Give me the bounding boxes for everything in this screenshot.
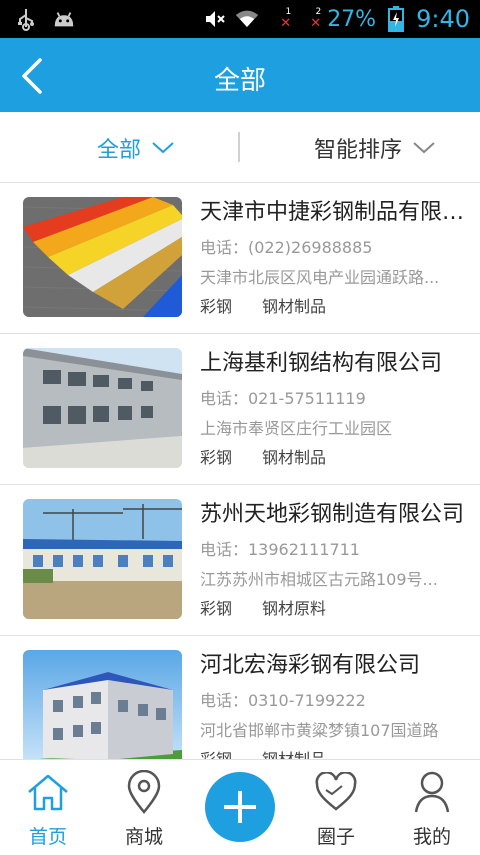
tag: 彩钢 — [200, 599, 233, 618]
battery-charging-icon — [384, 6, 408, 32]
filter-divider — [238, 132, 240, 162]
tag: 彩钢 — [200, 297, 233, 316]
no-signal-x-icon: ✕ — [280, 16, 292, 31]
wifi-icon — [235, 7, 259, 31]
list-item[interactable]: 天津市中捷彩钢制品有限公司 电话：(022)26988885 天津市北辰区风电产… — [0, 183, 480, 334]
company-address: 上海市奉贤区庄行工业园区 — [200, 419, 393, 438]
chevron-down-icon — [413, 142, 435, 154]
home-icon — [28, 774, 68, 811]
nav-circle[interactable]: 圈子 — [288, 770, 384, 849]
tag: 彩钢 — [200, 448, 233, 467]
mute-icon — [203, 7, 227, 31]
nav-home-label: 首页 — [28, 826, 67, 848]
nav-circle-label: 圈子 — [316, 826, 355, 848]
company-list: 天津市中捷彩钢制品有限公司 电话：(022)26988885 天津市北辰区风电产… — [0, 183, 480, 759]
category-filter-dropdown[interactable]: 全部 — [97, 132, 175, 164]
nav-mine[interactable]: 我的 — [384, 770, 480, 849]
page-title: 全部 — [213, 66, 266, 96]
battery-percent: 27% — [327, 6, 377, 32]
tag: 钢材原料 — [262, 599, 327, 618]
sort-filter-label: 智能排序 — [314, 138, 403, 163]
user-icon — [414, 771, 450, 813]
company-name: 苏州天地彩钢制造有限公司 — [200, 502, 465, 527]
nav-mall-label: 商城 — [124, 826, 163, 848]
company-tags: 彩钢 钢材制品 — [200, 748, 466, 759]
heart-icon — [315, 772, 357, 811]
app-header: 全部 — [0, 38, 480, 112]
usb-icon — [14, 7, 38, 31]
signal-icon: 1 ✕ — [267, 7, 292, 31]
company-tags: 彩钢 钢材制品 — [200, 446, 466, 470]
company-phone: 电话：021-57511119 — [200, 389, 366, 408]
nav-home[interactable]: 首页 — [0, 770, 96, 849]
company-name: 上海基利钢结构有限公司 — [200, 351, 443, 376]
company-address: 江苏苏州市相城区古元路109号... — [200, 570, 438, 589]
add-button[interactable] — [205, 772, 275, 842]
android-icon — [52, 7, 76, 31]
tag: 钢材制品 — [262, 297, 327, 316]
category-filter-label: 全部 — [97, 138, 142, 163]
list-item[interactable]: 上海基利钢结构有限公司 电话：021-57511119 上海市奉贤区庄行工业园区… — [0, 334, 480, 485]
list-item[interactable]: 河北宏海彩钢有限公司 电话：0310-7199222 河北省邯郸市黄粱梦镇107… — [0, 636, 480, 759]
company-phone: 电话：0310-7199222 — [200, 691, 366, 710]
company-name: 河北宏海彩钢有限公司 — [200, 653, 421, 678]
chevron-down-icon — [152, 142, 174, 154]
company-address: 河北省邯郸市黄粱梦镇107国道路 — [200, 721, 439, 740]
company-thumbnail — [23, 499, 182, 619]
signal-icon: 2 ✕ — [297, 7, 322, 31]
list-item[interactable]: 苏州天地彩钢制造有限公司 电话：13962111711 江苏苏州市相城区古元路1… — [0, 485, 480, 636]
filter-bar: 全部 智能排序 — [0, 112, 480, 183]
tag: 钢材制品 — [262, 448, 327, 467]
company-tags: 彩钢 钢材原料 — [200, 597, 466, 621]
status-bar: 1 ✕ 2 ✕ 27% 9:40 — [0, 0, 480, 38]
company-phone: 电话：(022)26988885 — [200, 238, 373, 257]
nav-mine-label: 我的 — [412, 826, 451, 848]
nav-mall[interactable]: 商城 — [96, 770, 192, 849]
company-thumbnail — [23, 348, 182, 468]
bottom-nav: 首页 商城 圈子 我的 — [0, 759, 480, 855]
no-signal-x-icon: ✕ — [310, 16, 322, 31]
company-tags: 彩钢 钢材制品 — [200, 295, 466, 319]
company-thumbnail — [23, 650, 182, 759]
tag: 钢材制品 — [262, 748, 326, 759]
company-thumbnail — [23, 197, 182, 317]
plus-icon — [224, 791, 256, 823]
location-pin-icon — [127, 770, 161, 814]
company-name: 天津市中捷彩钢制品有限公司 — [200, 200, 466, 225]
clock: 9:40 — [416, 5, 470, 33]
company-phone: 电话：13962111711 — [200, 540, 360, 559]
company-address: 天津市北辰区风电产业园通跃路... — [200, 268, 440, 287]
tag: 彩钢 — [200, 748, 232, 759]
sort-filter-dropdown[interactable]: 智能排序 — [314, 132, 436, 164]
